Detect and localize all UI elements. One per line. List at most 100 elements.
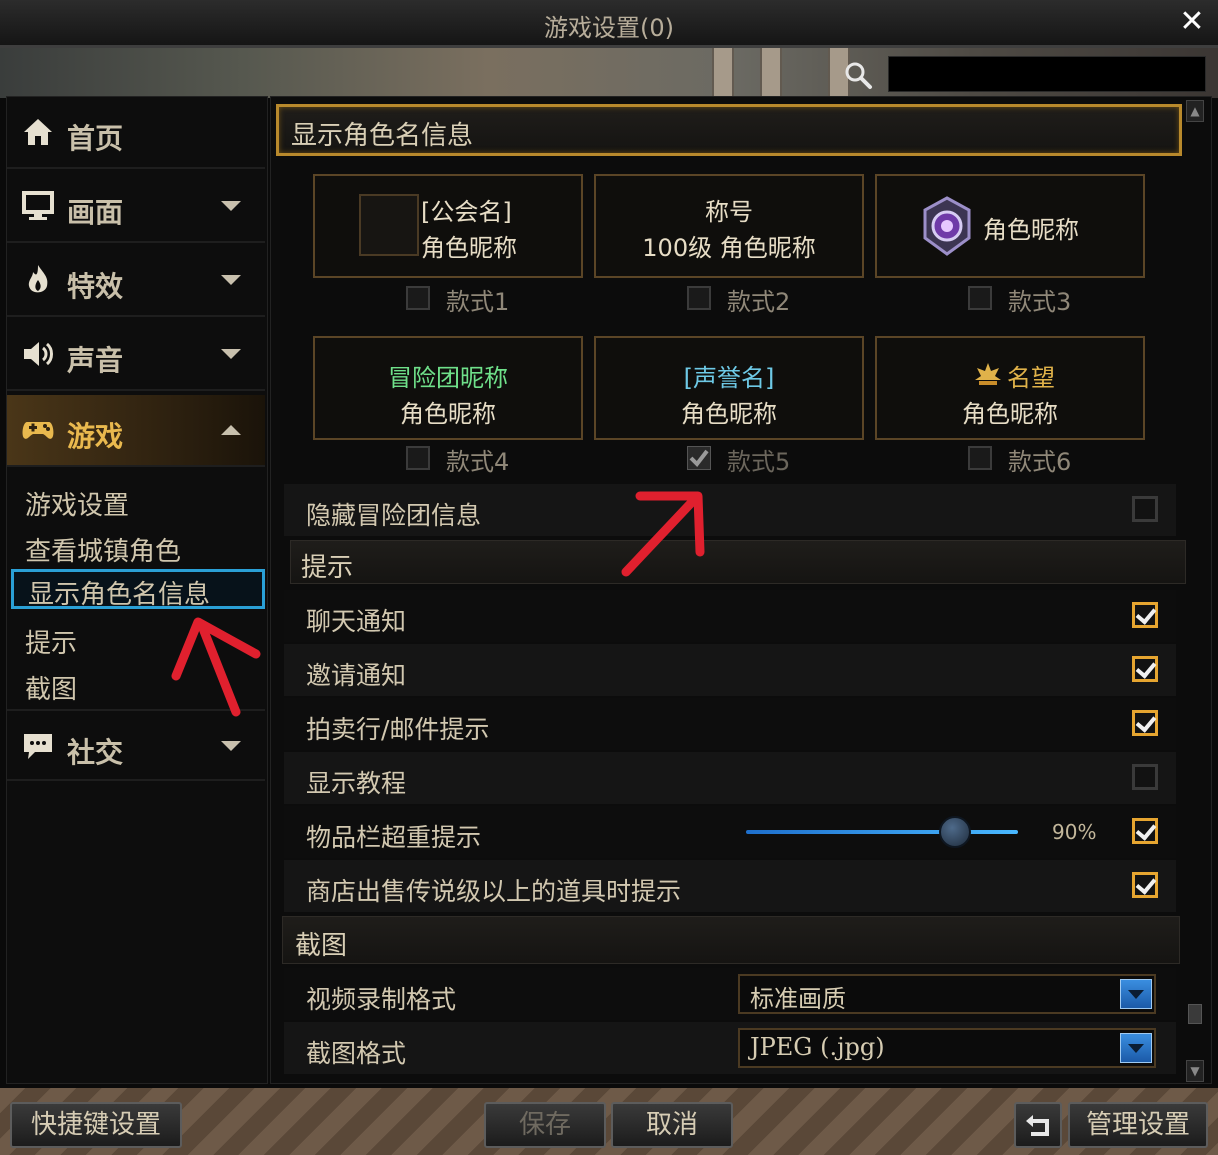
chevron-down-icon [221,275,241,285]
dropdown-value: JPEG (.jpg) [750,1033,885,1061]
search-icon[interactable] [843,60,873,90]
style-1-checkbox[interactable] [406,286,430,310]
sidebar-item-label: 游戏 [67,420,124,453]
shop-legendary-checkbox[interactable] [1132,872,1158,898]
option-row-hide-adventure-group: 隐藏冒险团信息 [284,484,1176,536]
chevron-down-icon [221,349,241,359]
scrollbar[interactable]: ▲ ▼ [1186,100,1204,1086]
chevron-down-icon[interactable] [1120,1033,1152,1063]
chevron-up-icon [221,425,241,435]
card-line2: 角色昵称 [400,400,496,428]
sidebar-subitem-game-settings[interactable]: 游戏设置 [25,485,129,522]
style-4-checkbox[interactable] [406,446,430,470]
invite-notify-checkbox[interactable] [1132,656,1158,682]
option-label: 聊天通知 [306,607,407,636]
sidebar-item-display[interactable]: 画面 [7,171,265,243]
card-line2: 角色昵称 [681,400,777,428]
sidebar-item-label: 特效 [67,270,124,303]
home-icon [24,119,52,145]
name-style-card-1[interactable]: [公会名] 角色昵称 [313,174,583,278]
name-style-card-6[interactable]: 名望 角色昵称 [875,336,1145,440]
option-label: 隐藏冒险团信息 [306,501,482,530]
card-line1: [公会名] [421,198,512,226]
background-pillar [712,48,734,98]
style-1-label: 款式1 [446,288,510,316]
sidebar-item-label: 声音 [67,344,124,377]
cancel-button[interactable]: 取消 [611,1102,733,1148]
chat-notify-checkbox[interactable] [1132,602,1158,628]
dropdown-value: 标准画质 [750,985,846,1013]
option-label: 物品栏超重提示 [306,823,482,852]
sidebar-item-game[interactable]: 游戏 [7,395,265,467]
section-header-hints: 提示 [290,540,1186,584]
style-5-checkbox[interactable] [686,445,712,471]
name-style-card-2[interactable]: 称号 100级 角色昵称 [594,174,864,278]
overweight-slider-handle[interactable] [938,816,971,848]
save-button[interactable]: 保存 [484,1102,606,1148]
emblem-badge-icon [923,196,971,256]
name-style-card-5[interactable]: [声誉名] 角色昵称 [594,336,864,440]
background-pillar [760,48,782,98]
option-row-show-tutorial: 显示教程 [284,752,1176,804]
sidebar-item-home[interactable]: 首页 [7,97,265,169]
scroll-thumb[interactable] [1188,1004,1202,1024]
overweight-slider-track[interactable] [746,830,1018,834]
laurel-crown-icon [975,363,1001,385]
annotation-arrow-icon [621,491,705,577]
card-line1: 称号 [705,198,753,226]
card-line1: [声誉名] [683,364,775,392]
style-3-checkbox[interactable] [968,286,992,310]
option-label: 邀请通知 [306,661,407,690]
overweight-checkbox[interactable] [1132,818,1158,844]
title-bar: 游戏设置(0) ✕ [0,0,1218,48]
section-header-screenshot: 截图 [282,916,1180,964]
name-style-card-3[interactable]: 角色昵称 [875,174,1145,278]
sidebar-item-sound[interactable]: 声音 [7,319,265,391]
chevron-down-icon [221,741,241,751]
show-tutorial-checkbox[interactable] [1132,764,1158,790]
card-line2: 100级 角色昵称 [642,234,816,262]
chat-icon [24,734,52,759]
option-row-chat-notify: 聊天通知 [284,590,1176,642]
hide-adventure-group-checkbox[interactable] [1132,496,1158,522]
sidebar-subitem-hints[interactable]: 提示 [25,623,77,660]
sidebar-subitem-screenshot[interactable]: 截图 [25,669,77,706]
gamepad-icon [22,422,54,439]
card-line1: 名望 [1007,364,1055,392]
search-input[interactable] [888,56,1206,92]
option-label: 拍卖行/邮件提示 [306,715,490,744]
name-style-card-4[interactable]: 冒险团昵称 角色昵称 [313,336,583,440]
video-format-dropdown[interactable]: 标准画质 [738,974,1156,1014]
card-line1: 冒险团昵称 [388,364,508,392]
style-6-label: 款式6 [1008,448,1072,476]
monitor-icon [22,191,54,220]
card-line2: 角色昵称 [962,400,1058,428]
card-line2: 角色昵称 [421,234,517,262]
manage-settings-button[interactable]: 管理设置 [1068,1102,1208,1148]
option-row-overweight: 物品栏超重提示 [284,806,1176,858]
flame-icon [28,265,48,293]
style-6-checkbox[interactable] [968,446,992,470]
sidebar-item-effects[interactable]: 特效 [7,245,265,317]
sidebar-subitem-view-town-characters[interactable]: 查看城镇角色 [25,531,181,568]
auction-mail-checkbox[interactable] [1132,710,1158,736]
sidebar-subitem-name-display[interactable]: 显示角色名信息 [11,569,265,610]
undo-icon [1026,1115,1049,1136]
style-2-checkbox[interactable] [687,286,711,310]
reset-button[interactable] [1014,1102,1062,1148]
close-button[interactable]: ✕ [1174,4,1210,40]
section-header-name-display: 显示角色名信息 [276,104,1182,156]
style-5-label: 款式5 [727,448,791,476]
option-label: 截图格式 [306,1039,407,1068]
sidebar-item-label: 画面 [67,196,124,229]
sidebar-item-label: 首页 [67,122,124,155]
scroll-down-button[interactable]: ▼ [1186,1060,1204,1082]
option-row-auction-mail: 拍卖行/邮件提示 [284,698,1176,750]
annotation-arrow-icon [171,617,261,717]
shortcut-settings-button[interactable]: 快捷键设置 [10,1102,182,1148]
image-format-dropdown[interactable]: JPEG (.jpg) [738,1028,1156,1068]
chevron-down-icon [221,201,241,211]
style-2-label: 款式2 [727,288,791,316]
scroll-up-button[interactable]: ▲ [1186,100,1204,122]
chevron-down-icon[interactable] [1120,979,1152,1009]
